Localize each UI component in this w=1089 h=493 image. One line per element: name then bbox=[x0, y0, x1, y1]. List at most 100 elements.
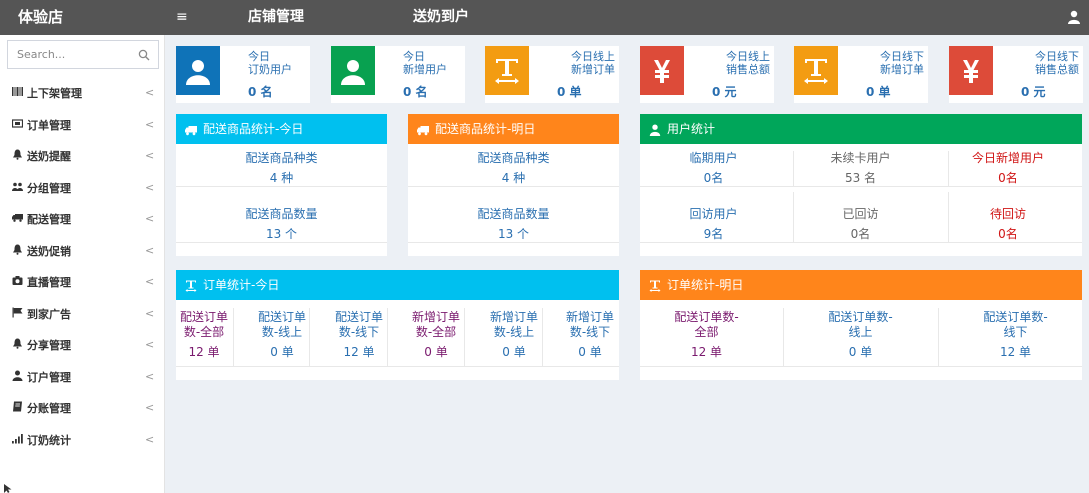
stat-title-line1: 今日线下 bbox=[880, 50, 924, 63]
sidebar-item-shelf[interactable]: 上下架管理 < bbox=[0, 77, 165, 108]
stat-icon-box bbox=[794, 46, 838, 95]
sidebar-toggle-button[interactable]: ≡ bbox=[176, 0, 188, 35]
sidebar-item-subscribers[interactable]: 订户管理 < bbox=[0, 361, 165, 392]
sidebar-item-label: 分组管理 bbox=[27, 182, 71, 195]
stat-value: 13 个 bbox=[265, 227, 298, 241]
stat-label: 配送商品数量 bbox=[477, 207, 550, 221]
panel-title: 配送商品统计-明日 bbox=[435, 122, 536, 136]
divider bbox=[542, 308, 543, 366]
sidebar-item-label: 订户管理 bbox=[27, 371, 71, 384]
stat-box-today-new-users: 今日 新增用户 0 名 bbox=[331, 46, 465, 103]
sidebar-item-share[interactable]: 分享管理 < bbox=[0, 329, 165, 360]
ticket-icon bbox=[12, 119, 23, 128]
nav-milk-delivery[interactable]: 送奶到户 bbox=[413, 0, 469, 35]
sidebar-item-live[interactable]: 直播管理 < bbox=[0, 266, 165, 297]
text-width-icon bbox=[649, 280, 661, 292]
signal-icon bbox=[12, 434, 23, 444]
divider bbox=[793, 192, 794, 242]
yen-icon bbox=[654, 59, 670, 83]
stat-label-line2: 线上 bbox=[848, 325, 873, 339]
nav-store-management[interactable]: 店铺管理 bbox=[248, 0, 304, 35]
stat-cell: 配送订单数-全部 12 单 bbox=[640, 310, 773, 360]
stat-cell: 新增订单 数-线上 0 单 bbox=[486, 310, 542, 360]
user-icon[interactable] bbox=[1067, 10, 1081, 24]
panel-header: 配送商品统计-今日 bbox=[176, 114, 387, 144]
stat-title: 今日线上 销售总额 bbox=[726, 50, 770, 76]
stat-label-line1: 新增订单 bbox=[489, 310, 538, 324]
search-icon[interactable] bbox=[138, 49, 150, 61]
stat-title-line2: 订奶用户 bbox=[248, 63, 292, 76]
stat-value: 12 单 bbox=[999, 345, 1032, 359]
stat-label-line1: 配送订单 bbox=[257, 310, 306, 324]
stat-label: 配送商品种类 bbox=[245, 151, 318, 165]
yen-icon bbox=[963, 59, 979, 83]
stat-value: 0名 bbox=[998, 171, 1018, 185]
stat-cell: 配送订单数-全部 12 单 bbox=[176, 310, 232, 360]
stat-cell: 配送商品种类 4 种 bbox=[408, 151, 619, 186]
stat-value: 13 个 bbox=[497, 227, 530, 241]
stat-label-line2: 数-线上 bbox=[493, 325, 535, 339]
sidebar-item-label: 上下架管理 bbox=[27, 87, 82, 100]
sidebar-item-label: 订奶统计 bbox=[27, 434, 71, 447]
stat-icon-box bbox=[176, 46, 220, 95]
chevron-left-icon: < bbox=[145, 370, 155, 383]
top-navbar: 体验店 ≡ 店铺管理 送奶到户 bbox=[0, 0, 1089, 35]
divider bbox=[938, 308, 939, 366]
barcode-icon bbox=[12, 87, 23, 96]
stat-cell: 配送订单数-线上 0 单 bbox=[794, 310, 927, 360]
stat-value: 0 单 bbox=[578, 345, 602, 359]
book-icon bbox=[13, 401, 22, 412]
sidebar-item-label: 订单管理 bbox=[27, 119, 71, 132]
search-box bbox=[7, 40, 159, 69]
search-input[interactable] bbox=[8, 41, 126, 68]
stat-box-offline-sales: 今日线下 销售总额 0 元 bbox=[949, 46, 1083, 103]
flag-icon bbox=[12, 307, 23, 318]
stat-title: 今日线下 销售总额 bbox=[1035, 50, 1079, 76]
chevron-left-icon: < bbox=[145, 338, 155, 351]
divider bbox=[640, 242, 1082, 243]
stat-title-line1: 今日线上 bbox=[571, 50, 615, 63]
brand-logo[interactable]: 体验店 bbox=[0, 0, 165, 35]
stat-cell: 配送商品种类 4 种 bbox=[176, 151, 387, 186]
stat-value: 0 单 bbox=[424, 345, 448, 359]
chevron-left-icon: < bbox=[145, 401, 155, 414]
stat-value: 4 种 bbox=[269, 171, 294, 185]
divider bbox=[176, 242, 387, 243]
divider bbox=[387, 308, 388, 366]
stat-label: 未续卡用户 bbox=[830, 151, 891, 165]
sidebar-item-label: 配送管理 bbox=[27, 213, 71, 226]
stat-label: 回访用户 bbox=[689, 207, 738, 221]
stat-title-line2: 新增订单 bbox=[571, 63, 615, 76]
stat-label: 已回访 bbox=[842, 207, 879, 221]
sidebar-item-ledger[interactable]: 分账管理 < bbox=[0, 392, 165, 423]
chevron-left-icon: < bbox=[145, 433, 155, 446]
stat-value: 12 单 bbox=[690, 345, 723, 359]
sidebar-item-groups[interactable]: 分组管理 < bbox=[0, 172, 165, 203]
orders-today-panel: 订单统计-今日 配送订单 数-全部 12 单 配送订单 数-线上 0 单 配送订单 数-线… bbox=[176, 270, 619, 380]
panel-title: 订单统计-今日 bbox=[203, 278, 280, 292]
chevron-left-icon: < bbox=[145, 212, 155, 225]
stat-cell: 配送订单数-线上 0 单 bbox=[254, 310, 310, 360]
sidebar-item-delivery-reminder[interactable]: 送奶提醒 < bbox=[0, 140, 165, 171]
stat-box-offline-new-orders: 今日线下 新增订单 0 单 bbox=[794, 46, 928, 103]
stat-label: 临期用户 bbox=[689, 151, 738, 165]
sidebar-item-statistics[interactable]: 订奶统计 < bbox=[0, 424, 165, 455]
stat-cell-unrenewed-users: 未续卡用户 53 名 bbox=[787, 151, 934, 186]
chevron-left-icon: < bbox=[145, 181, 155, 194]
stat-label-line2: 数-线上 bbox=[261, 325, 303, 339]
stat-cell: 配送订单数-线下 12 单 bbox=[331, 310, 387, 360]
divider bbox=[948, 151, 949, 186]
sidebar-item-orders[interactable]: 订单管理 < bbox=[0, 109, 165, 140]
divider bbox=[176, 366, 619, 367]
stat-cell-pending-revisit: 待回访 0名 bbox=[934, 207, 1082, 242]
sidebar-item-promotion[interactable]: 送奶促销 < bbox=[0, 235, 165, 266]
sidebar-item-delivery[interactable]: 配送管理 < bbox=[0, 203, 165, 234]
stat-cell: 新增订单 数-全部 0 单 bbox=[408, 310, 464, 360]
stat-value: 0 单 bbox=[502, 345, 526, 359]
divider bbox=[233, 308, 234, 366]
stat-cell: 配送商品数量 13 个 bbox=[408, 207, 619, 242]
divider bbox=[408, 186, 619, 187]
stat-label-line2: 全部 bbox=[694, 325, 719, 339]
stat-cell-revisit-users: 回访用户 9名 bbox=[640, 207, 787, 242]
sidebar-item-ads[interactable]: 到家广告 < bbox=[0, 298, 165, 329]
